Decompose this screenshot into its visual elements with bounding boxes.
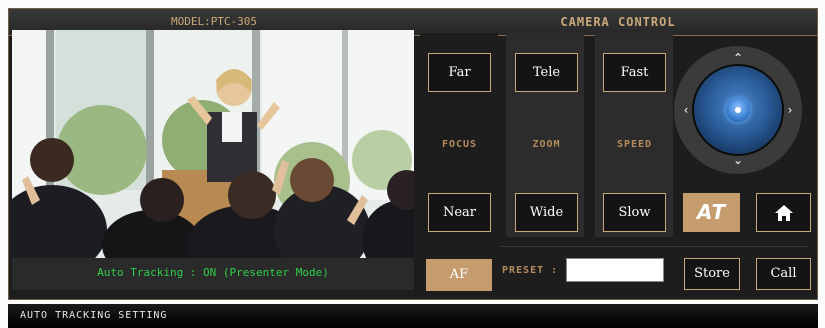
auto-tracking-setting-bar[interactable]: AUTO TRACKING SETTING	[8, 304, 818, 328]
chevron-right-icon[interactable]: ›	[782, 102, 798, 118]
speed-label: SPEED	[616, 139, 653, 150]
autofocus-button[interactable]: AF	[426, 259, 492, 291]
video-frame-image	[12, 30, 414, 258]
preset-divider	[500, 246, 808, 247]
auto-tracking-button[interactable]: AT	[683, 193, 740, 232]
speed-fast-button[interactable]: Fast	[603, 53, 666, 92]
joystick-ring[interactable]	[694, 66, 782, 154]
chevron-down-icon[interactable]: ⌄	[730, 152, 746, 168]
tracking-status-bar: Auto Tracking : ON (Presenter Mode)	[12, 258, 414, 290]
preset-label: PRESET :	[502, 265, 559, 276]
preset-number-input[interactable]	[566, 258, 664, 282]
speed-slow-button[interactable]: Slow	[603, 193, 666, 232]
video-preview	[12, 30, 414, 258]
camera-control-title: CAMERA CONTROL	[560, 15, 676, 29]
preset-call-button[interactable]: Call	[756, 258, 811, 290]
chevron-up-icon[interactable]: ⌃	[730, 50, 746, 66]
model-label: MODEL:PTC-305	[170, 15, 258, 28]
tracking-status-text: Auto Tracking : ON (Presenter Mode)	[97, 266, 329, 279]
ptz-joystick[interactable]: ⌃ ⌄ ‹ ›	[674, 46, 802, 174]
auto-tracking-setting-title: AUTO TRACKING SETTING	[20, 310, 168, 321]
chevron-left-icon[interactable]: ‹	[678, 102, 694, 118]
focus-near-button[interactable]: Near	[428, 193, 491, 232]
zoom-wide-button[interactable]: Wide	[515, 193, 578, 232]
preset-store-button[interactable]: Store	[684, 258, 740, 290]
joystick-knob[interactable]	[726, 98, 750, 122]
home-icon	[774, 205, 793, 221]
zoom-tele-button[interactable]: Tele	[515, 53, 578, 92]
joystick-dot	[735, 107, 741, 113]
home-button[interactable]	[756, 193, 811, 232]
focus-far-button[interactable]: Far	[428, 53, 491, 92]
zoom-label: ZOOM	[532, 139, 561, 150]
camera-control-header: CAMERA CONTROL	[419, 9, 817, 36]
auto-tracking-label: AT	[696, 200, 727, 224]
focus-label: FOCUS	[441, 139, 478, 150]
